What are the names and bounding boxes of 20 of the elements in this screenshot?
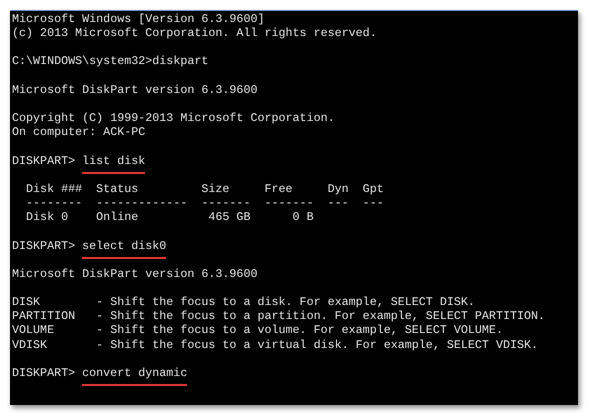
console-prompt: DISKPART>	[12, 154, 76, 168]
console-output-line: PARTITION - Shift the focus to a partition. For example, SELECT PARTITION.	[12, 309, 546, 324]
console-prompt: DISKPART>	[12, 238, 76, 253]
console-output-line: Disk ### Status Size Free Dyn Gpt	[25, 182, 384, 196]
console-output-line: On computer: ACK-PC	[12, 125, 146, 140]
console-output-line: DISK - Shift the focus to a disk. For example, SELECT DISK.	[12, 295, 475, 310]
console-output-line: Copyright (C) 1999-2013 Microsoft Corporation.	[12, 111, 335, 126]
console-output-line: Disk 0 Online 465 GB 0 B	[25, 210, 314, 224]
console-output-line: Microsoft DiskPart version 6.3.9600	[12, 266, 258, 281]
console-command: list disk	[82, 154, 146, 168]
console-output-line: Microsoft Windows [Version 6.3.9600]	[12, 12, 264, 26]
console-output-line: C:\WINDOWS\system32>diskpart	[12, 54, 208, 69]
console-output-line: Microsoft DiskPart version 6.3.9600	[12, 82, 258, 97]
console-output-line: VDISK - Shift the focus to a virtual disk. For example, SELECT VDISK.	[12, 338, 538, 352]
console-output-line: VOLUME - Shift the focus to a volume. For example, SELECT VOLUME.	[12, 323, 503, 338]
console-command: select disk0	[82, 238, 166, 252]
console-command: convert dynamic	[82, 366, 188, 380]
console-output-line: -------- ------------- ------- ------- --- ---	[25, 196, 384, 210]
console-output-line: (c) 2013 Microsoft Corporation. All rights reserved.	[12, 26, 377, 40]
console-prompt: DISKPART>	[12, 366, 76, 380]
